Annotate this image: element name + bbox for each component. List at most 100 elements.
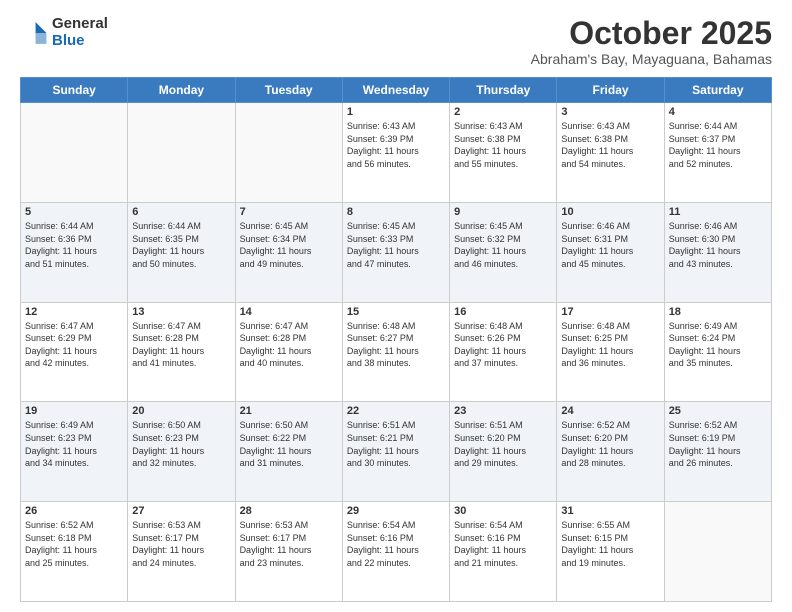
calendar-week-5: 26 Sunrise: 6:52 AM Sunset: 6:18 PM Dayli… [21,502,772,602]
calendar-cell: 18 Sunrise: 6:49 AM Sunset: 6:24 PM Dayli… [664,302,771,402]
calendar-cell: 10 Sunrise: 6:46 AM Sunset: 6:31 PM Dayli… [557,202,664,302]
day-info: Sunrise: 6:44 AM Sunset: 6:36 PM Dayligh… [25,220,123,270]
day-info: Sunrise: 6:51 AM Sunset: 6:21 PM Dayligh… [347,419,445,469]
day-info: Sunrise: 6:45 AM Sunset: 6:34 PM Dayligh… [240,220,338,270]
calendar-cell: 8 Sunrise: 6:45 AM Sunset: 6:33 PM Daylig… [342,202,449,302]
day-number: 3 [561,106,659,118]
calendar-cell: 25Sunrise: 6:52 AM Sunset: 6:19 PM Dayli… [664,402,771,502]
calendar-cell: 9 Sunrise: 6:45 AM Sunset: 6:32 PM Daylig… [450,202,557,302]
day-number: 28 [240,505,338,517]
calendar-cell [128,103,235,203]
calendar-cell: 30 Sunrise: 6:54 AM Sunset: 6:16 PM Dayli… [450,502,557,602]
day-info: Sunrise: 6:44 AM Sunset: 6:37 PM Dayligh… [669,120,767,170]
day-info: Sunrise: 6:47 AM Sunset: 6:28 PM Dayligh… [240,320,338,370]
calendar-cell: 13Sunrise: 6:47 AM Sunset: 6:28 PM Dayli… [128,302,235,402]
weekday-header-friday: Friday [557,78,664,103]
calendar-cell: 23Sunrise: 6:51 AM Sunset: 6:20 PM Dayli… [450,402,557,502]
day-number: 1 [347,106,445,118]
calendar-cell: 4 Sunrise: 6:44 AM Sunset: 6:37 PM Daylig… [664,103,771,203]
day-info: Sunrise: 6:49 AM Sunset: 6:23 PM Dayligh… [25,419,123,469]
day-info: Sunrise: 6:52 AM Sunset: 6:20 PM Dayligh… [561,419,659,469]
day-number: 18 [669,306,767,318]
day-number: 11 [669,206,767,218]
calendar-cell: 24 Sunrise: 6:52 AM Sunset: 6:20 PM Dayli… [557,402,664,502]
day-info: Sunrise: 6:48 AM Sunset: 6:25 PM Dayligh… [561,320,659,370]
day-number: 16 [454,306,552,318]
weekday-header-tuesday: Tuesday [235,78,342,103]
day-number: 20 [132,405,230,417]
calendar-cell: 3 Sunrise: 6:43 AM Sunset: 6:38 PM Daylig… [557,103,664,203]
month-title: October 2025 [531,16,772,51]
day-info: Sunrise: 6:43 AM Sunset: 6:39 PM Dayligh… [347,120,445,170]
day-number: 15 [347,306,445,318]
calendar-cell: 16 Sunrise: 6:48 AM Sunset: 6:26 PM Dayli… [450,302,557,402]
calendar-week-2: 5Sunrise: 6:44 AM Sunset: 6:36 PM Daylig… [21,202,772,302]
calendar-cell: 22 Sunrise: 6:51 AM Sunset: 6:21 PM Dayli… [342,402,449,502]
day-number: 7 [240,206,338,218]
day-info: Sunrise: 6:48 AM Sunset: 6:27 PM Dayligh… [347,320,445,370]
page: General Blue October 2025 Abraham's Bay,… [0,0,792,612]
day-number: 26 [25,505,123,517]
day-number: 8 [347,206,445,218]
calendar-cell [235,103,342,203]
day-info: Sunrise: 6:55 AM Sunset: 6:15 PM Dayligh… [561,519,659,569]
weekday-header-sunday: Sunday [21,78,128,103]
day-number: 10 [561,206,659,218]
logo-general-text: General [52,16,108,33]
day-info: Sunrise: 6:43 AM Sunset: 6:38 PM Dayligh… [454,120,552,170]
day-number: 24 [561,405,659,417]
header: General Blue October 2025 Abraham's Bay,… [20,16,772,67]
day-number: 30 [454,505,552,517]
calendar-cell: 28 Sunrise: 6:53 AM Sunset: 6:17 PM Dayli… [235,502,342,602]
weekday-header-wednesday: Wednesday [342,78,449,103]
day-info: Sunrise: 6:50 AM Sunset: 6:22 PM Dayligh… [240,419,338,469]
day-number: 19 [25,405,123,417]
day-number: 31 [561,505,659,517]
day-number: 9 [454,206,552,218]
calendar-cell: 7 Sunrise: 6:45 AM Sunset: 6:34 PM Daylig… [235,202,342,302]
day-info: Sunrise: 6:45 AM Sunset: 6:32 PM Dayligh… [454,220,552,270]
day-number: 13 [132,306,230,318]
day-info: Sunrise: 6:53 AM Sunset: 6:17 PM Dayligh… [132,519,230,569]
weekday-header-row: SundayMondayTuesdayWednesdayThursdayFrid… [21,78,772,103]
day-info: Sunrise: 6:50 AM Sunset: 6:23 PM Dayligh… [132,419,230,469]
weekday-header-thursday: Thursday [450,78,557,103]
day-info: Sunrise: 6:52 AM Sunset: 6:19 PM Dayligh… [669,419,767,469]
day-info: Sunrise: 6:44 AM Sunset: 6:35 PM Dayligh… [132,220,230,270]
logo-blue-text: Blue [52,33,108,50]
day-info: Sunrise: 6:43 AM Sunset: 6:38 PM Dayligh… [561,120,659,170]
day-number: 23 [454,405,552,417]
day-info: Sunrise: 6:53 AM Sunset: 6:17 PM Dayligh… [240,519,338,569]
weekday-header-monday: Monday [128,78,235,103]
day-number: 22 [347,405,445,417]
weekday-header-saturday: Saturday [664,78,771,103]
calendar-cell: 17Sunrise: 6:48 AM Sunset: 6:25 PM Dayli… [557,302,664,402]
calendar-cell: 2 Sunrise: 6:43 AM Sunset: 6:38 PM Daylig… [450,103,557,203]
calendar-cell: 29Sunrise: 6:54 AM Sunset: 6:16 PM Dayli… [342,502,449,602]
day-info: Sunrise: 6:47 AM Sunset: 6:29 PM Dayligh… [25,320,123,370]
calendar-cell: 12 Sunrise: 6:47 AM Sunset: 6:29 PM Dayli… [21,302,128,402]
day-info: Sunrise: 6:52 AM Sunset: 6:18 PM Dayligh… [25,519,123,569]
logo-text: General Blue [52,16,108,49]
calendar-cell: 11 Sunrise: 6:46 AM Sunset: 6:30 PM Dayli… [664,202,771,302]
calendar-cell: 6Sunrise: 6:44 AM Sunset: 6:35 PM Daylig… [128,202,235,302]
day-number: 2 [454,106,552,118]
day-info: Sunrise: 6:46 AM Sunset: 6:30 PM Dayligh… [669,220,767,270]
calendar-cell [664,502,771,602]
calendar-week-4: 19 Sunrise: 6:49 AM Sunset: 6:23 PM Dayli… [21,402,772,502]
day-info: Sunrise: 6:45 AM Sunset: 6:33 PM Dayligh… [347,220,445,270]
day-info: Sunrise: 6:54 AM Sunset: 6:16 PM Dayligh… [454,519,552,569]
day-info: Sunrise: 6:46 AM Sunset: 6:31 PM Dayligh… [561,220,659,270]
day-number: 27 [132,505,230,517]
calendar-cell [21,103,128,203]
calendar-cell: 21 Sunrise: 6:50 AM Sunset: 6:22 PM Dayli… [235,402,342,502]
day-info: Sunrise: 6:48 AM Sunset: 6:26 PM Dayligh… [454,320,552,370]
day-info: Sunrise: 6:49 AM Sunset: 6:24 PM Dayligh… [669,320,767,370]
day-number: 29 [347,505,445,517]
day-number: 12 [25,306,123,318]
day-number: 4 [669,106,767,118]
calendar-cell: 31 Sunrise: 6:55 AM Sunset: 6:15 PM Dayli… [557,502,664,602]
day-number: 21 [240,405,338,417]
calendar-cell: 20 Sunrise: 6:50 AM Sunset: 6:23 PM Dayli… [128,402,235,502]
logo: General Blue [20,16,108,49]
